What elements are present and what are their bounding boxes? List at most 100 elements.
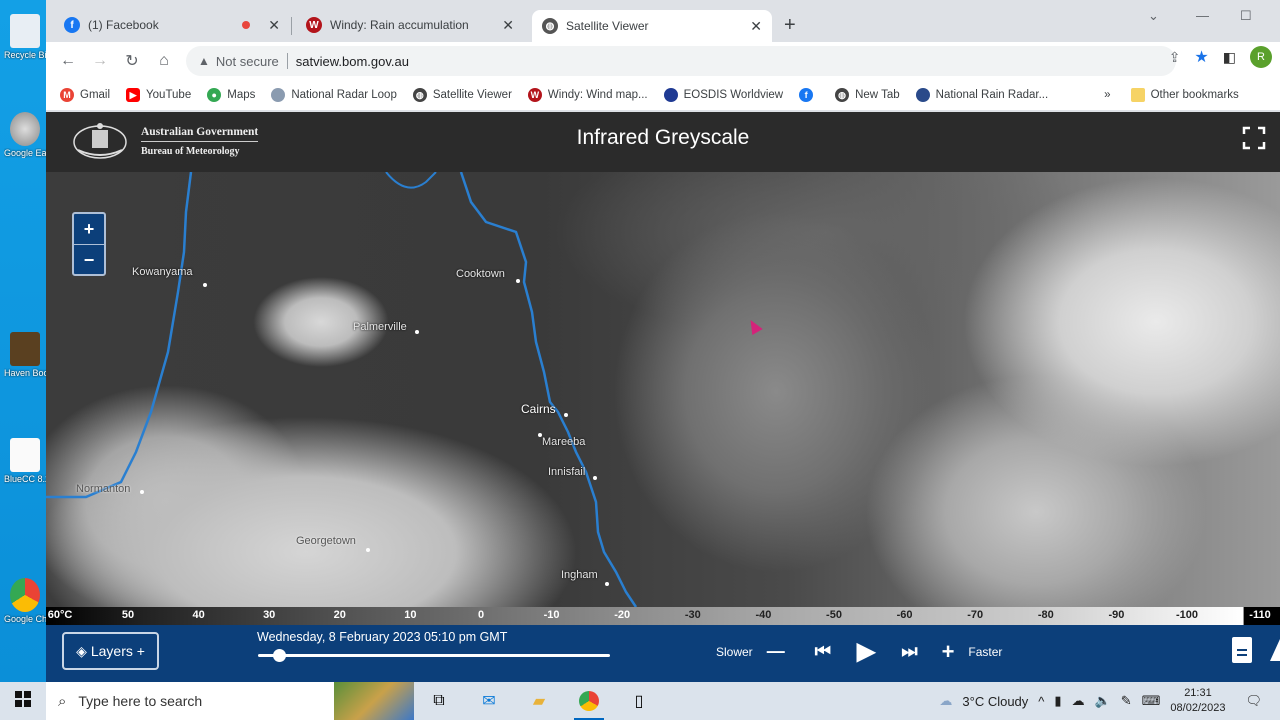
scale-tick-label: 60°C [47,609,73,621]
tab-satellite-viewer[interactable]: ◍ Satellite Viewer ✕ [532,10,772,42]
side-panel-icon[interactable]: ◧ [1223,49,1236,66]
play-button[interactable]: ▶ [857,637,875,666]
volume-icon[interactable]: 🔈 [1095,693,1111,709]
desktop-icon-file[interactable]: BlueCC 8.2 [4,438,46,484]
zoom-in-button[interactable]: + [74,214,104,244]
scale-tick-label: -40 [755,609,772,621]
address-bar[interactable]: ▲ Not secure satview.bom.gov.au [186,46,1176,76]
bookmark-youtube[interactable]: ▶ YouTube [126,88,191,102]
back-icon[interactable]: ← [52,52,84,70]
place-label: Kowanyama [132,266,193,278]
search-highlight-image[interactable] [334,682,414,720]
bookmark-facebook[interactable]: f [799,88,819,102]
slower-button[interactable]: — [767,641,785,662]
place-marker [593,476,597,480]
scale-tick-label: 20 [333,609,346,621]
pen-icon[interactable]: ✎ [1121,693,1132,709]
slower-label[interactable]: Slower [716,645,753,659]
google-earth-icon [10,112,40,146]
file-icon [10,438,40,472]
chrome-taskbar-icon[interactable] [564,682,614,720]
radar-icon [915,88,930,102]
tab-windy[interactable]: W Windy: Rain accumulation ✕ [296,10,524,40]
desktop-icon-google-earth[interactable]: Google Earth Pro [4,112,46,158]
reload-icon[interactable]: ↻ [116,51,148,71]
more-bookmarks-button[interactable]: » [1104,89,1110,101]
bookmark-star-icon[interactable]: ★ [1194,47,1208,67]
bookmark-national-radar-loop[interactable]: National Radar Loop [271,88,397,102]
place-label: Palmerville [353,321,407,333]
desktop-icon-chrome[interactable]: Google Chrome [4,578,46,624]
place-label: Cooktown [456,268,505,280]
taskbar: ⌕ Type here to search ⧉ ✉ ▰ ▯ ☁ 3°C Clou… [0,682,1280,720]
bookmark-national-rain-radar[interactable]: National Rain Radar... [915,88,1048,102]
close-tab-icon[interactable]: ✕ [750,18,762,35]
desktop-icon-recycle-bin[interactable]: Recycle Bin [4,14,46,60]
search-icon: ⌕ [58,692,67,710]
scale-tick-label: -50 [826,609,842,621]
scale-tick-label: 50 [121,609,135,621]
fullscreen-icon[interactable] [1242,126,1266,150]
timeline-slider[interactable] [258,649,610,662]
bookmark-eosdis[interactable]: EOSDIS Worldview [663,88,783,102]
document-icon[interactable] [1232,637,1252,663]
profile-avatar[interactable]: R [1250,46,1272,68]
facebook-icon: f [64,17,80,33]
facebook-icon: f [799,88,814,102]
place-marker [605,582,609,586]
network-icon[interactable]: ☁ [1072,693,1085,709]
tab-facebook[interactable]: f (1) Facebook ✕ [54,10,290,40]
place-label: Ingham [561,569,598,581]
scale-tick-label: -100 [1175,609,1199,621]
bookmark-windy[interactable]: W Windy: Wind map... [527,88,648,102]
usb-icon[interactable]: ▮ [1054,693,1061,709]
warning-icon: ▲ [198,54,210,68]
faster-button[interactable]: + [942,639,955,665]
satellite-map[interactable]: Kowanyama Palmerville Cooktown Cairns Ma… [46,172,1280,607]
place-marker [415,330,419,334]
minimize-icon[interactable]: — [1196,8,1209,23]
notifications-icon[interactable]: 🗨 [1245,693,1262,709]
bookmark-maps[interactable]: ● Maps [207,88,255,102]
weather-text[interactable]: 3°C Cloudy [962,694,1028,709]
tab-search-icon[interactable]: ⌄ [1148,8,1159,24]
show-hidden-icons[interactable]: ^ [1038,694,1044,709]
bookmark-gmail[interactable]: M Gmail [60,88,110,102]
step-forward-button[interactable]: ⏭ [901,641,917,662]
clock[interactable]: 21:31 08/02/2023 [1170,686,1225,716]
playback-buttons: Slower — ⏮ ▶ ⏭ + Faster [716,637,1002,666]
new-tab-button[interactable]: + [784,14,796,37]
file-explorer-icon[interactable]: ▰ [514,682,564,720]
bookmark-new-tab[interactable]: ◍ New Tab [835,88,900,102]
layers-button[interactable]: ◈ Layers + [62,632,159,670]
forward-icon[interactable]: → [84,52,116,70]
taskbar-search[interactable]: ⌕ Type here to search [46,682,334,720]
step-back-button[interactable]: ⏮ [815,641,831,662]
keyboard-icon[interactable]: ⌨ [1142,693,1161,709]
scale-tick-label: -70 [967,609,984,621]
timeline-handle[interactable] [273,649,287,662]
zoom-out-button[interactable]: − [74,244,104,274]
faster-label[interactable]: Faster [968,645,1002,659]
desktop-icon-shortcut[interactable]: Haven Bookshelf [4,332,46,378]
warning-icon[interactable] [1270,639,1280,661]
maximize-icon[interactable]: ☐ [1240,8,1252,24]
place-marker [516,279,520,283]
close-tab-icon[interactable]: ✕ [502,17,514,34]
place-label: Innisfail [548,466,586,478]
bookmark-satellite-viewer[interactable]: ◍ Satellite Viewer [412,88,512,102]
chrome-icon [579,691,599,711]
browser-toolbar: ← → ↻ ⌂ ▲ Not secure satview.bom.gov.au … [46,42,1280,80]
task-view-icon[interactable]: ⧉ [414,682,464,720]
home-icon[interactable]: ⌂ [148,52,180,70]
notepad-icon[interactable]: ▯ [614,682,664,720]
start-button[interactable] [0,690,46,712]
other-bookmarks[interactable]: Other bookmarks [1130,88,1239,102]
scale-tick-label: -20 [614,609,631,621]
close-tab-icon[interactable]: ✕ [268,17,280,34]
share-icon[interactable]: ⇪ [1169,49,1181,66]
globe-icon: ◍ [835,88,850,102]
mail-icon[interactable]: ✉ [464,682,514,720]
place-label: Cairns [521,402,556,416]
tab-separator [291,17,292,35]
